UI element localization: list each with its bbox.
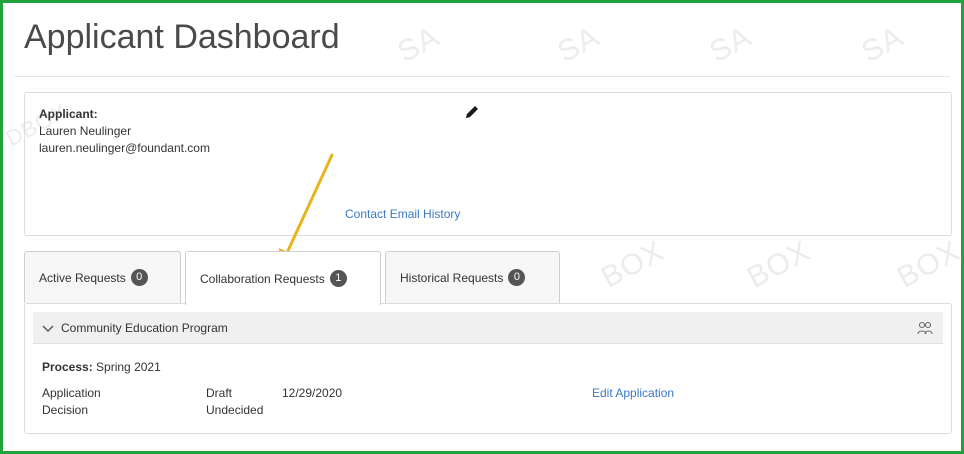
program-header[interactable]: Community Education Program bbox=[33, 312, 943, 344]
program-name: Community Education Program bbox=[61, 320, 228, 335]
process-value: Spring 2021 bbox=[96, 360, 161, 374]
process-line: Process: Spring 2021 bbox=[42, 360, 161, 374]
title-divider bbox=[14, 76, 950, 77]
tab-count-badge: 1 bbox=[329, 270, 347, 287]
tab-label: Collaboration Requests bbox=[200, 271, 325, 286]
tab-label: Active Requests bbox=[39, 270, 126, 285]
applicant-email: lauren.neulinger@foundant.com bbox=[39, 141, 210, 155]
row-status: Draft bbox=[206, 386, 233, 400]
process-label: Process: bbox=[42, 360, 93, 374]
applicant-label: Applicant: bbox=[39, 107, 98, 121]
row-name: Application bbox=[42, 386, 101, 400]
tab-count-badge: 0 bbox=[508, 269, 526, 286]
tab-count-badge: 0 bbox=[130, 269, 148, 286]
tab-historical-requests[interactable]: Historical Requests 0 bbox=[385, 251, 560, 303]
applicant-panel: Applicant: Lauren Neulinger lauren.neuli… bbox=[24, 92, 952, 236]
tab-label: Historical Requests bbox=[400, 270, 504, 285]
pencil-icon[interactable] bbox=[461, 101, 483, 123]
chevron-down-icon[interactable] bbox=[41, 321, 55, 335]
edit-application-link[interactable]: Edit Application bbox=[592, 386, 674, 400]
applicant-name: Lauren Neulinger bbox=[39, 124, 132, 138]
requests-panel: Community Education Program Process: Spr… bbox=[24, 303, 952, 434]
tab-collaboration-requests[interactable]: Collaboration Requests 1 bbox=[185, 251, 381, 305]
page-title: Applicant Dashboard bbox=[24, 18, 340, 56]
tab-active-requests[interactable]: Active Requests 0 bbox=[24, 251, 181, 303]
row-date: 12/29/2020 bbox=[282, 386, 343, 400]
people-icon[interactable] bbox=[917, 321, 933, 335]
row-name: Decision bbox=[42, 403, 89, 417]
contact-email-history-link[interactable]: Contact Email History bbox=[345, 207, 460, 221]
row-status: Undecided bbox=[206, 403, 264, 417]
